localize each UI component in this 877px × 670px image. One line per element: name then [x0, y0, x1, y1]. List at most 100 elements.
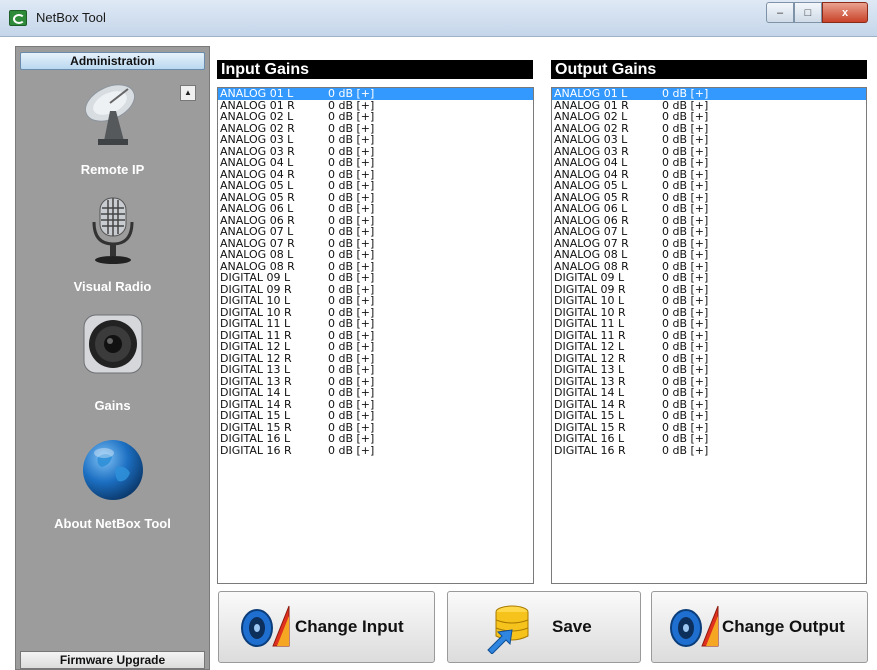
list-item[interactable]: ANALOG 01 L 0 dB [+]	[552, 88, 866, 100]
save-button[interactable]: Save	[447, 591, 641, 663]
gain-value: 0 dB [+]	[328, 156, 375, 169]
database-save-icon	[487, 605, 529, 654]
change-input-button[interactable]: Change Input	[218, 591, 435, 663]
gain-value: 0 dB [+]	[328, 317, 375, 330]
close-button[interactable]: x	[822, 2, 868, 23]
gain-value: 0 dB [+]	[662, 409, 709, 422]
channel-name: DIGITAL 16 L	[554, 432, 625, 445]
channel-name: ANALOG 04 L	[554, 156, 628, 169]
gain-value: 0 dB [+]	[662, 225, 709, 238]
list-item[interactable]: ANALOG 07 L 0 dB [+]	[552, 226, 866, 238]
window-controls: ‒ □ x	[766, 2, 868, 24]
change-output-label: Change Output	[722, 617, 845, 636]
globe-icon	[83, 440, 143, 500]
list-item[interactable]: DIGITAL 09 L 0 dB [+]	[552, 272, 866, 284]
list-item[interactable]: DIGITAL 12 L 0 dB [+]	[218, 341, 533, 353]
channel-name: DIGITAL 09 L	[554, 271, 625, 284]
list-item[interactable]: ANALOG 03 L 0 dB [+]	[552, 134, 866, 146]
gain-value: 0 dB [+]	[328, 179, 375, 192]
list-item[interactable]: ANALOG 08 L 0 dB [+]	[218, 249, 533, 261]
gain-value: 0 dB [+]	[328, 432, 375, 445]
list-item[interactable]: ANALOG 06 L 0 dB [+]	[552, 203, 866, 215]
list-item[interactable]: ANALOG 04 L 0 dB [+]	[552, 157, 866, 169]
list-item[interactable]: ANALOG 02 L 0 dB [+]	[218, 111, 533, 123]
list-item[interactable]: DIGITAL 16 L 0 dB [+]	[552, 433, 866, 445]
list-item[interactable]: ANALOG 06 L 0 dB [+]	[218, 203, 533, 215]
maximize-button[interactable]: □	[794, 2, 822, 23]
list-item[interactable]: DIGITAL 13 L 0 dB [+]	[552, 364, 866, 376]
list-item[interactable]: DIGITAL 13 L 0 dB [+]	[218, 364, 533, 376]
title-bar: NetBox Tool ‒ □ x	[0, 0, 877, 37]
channel-name: DIGITAL 12 L	[554, 340, 625, 353]
firmware-upgrade-button[interactable]: Firmware Upgrade	[20, 651, 205, 669]
speaker-volume-icon	[241, 605, 290, 647]
channel-name: ANALOG 07 L	[220, 225, 294, 238]
list-item[interactable]: DIGITAL 16 L 0 dB [+]	[218, 433, 533, 445]
satellite-dish-icon	[84, 84, 136, 145]
list-item[interactable]: DIGITAL 16 R 0 dB [+]	[552, 443, 866, 457]
gain-value: 0 dB [+]	[328, 294, 375, 307]
channel-name: ANALOG 03 L	[220, 133, 294, 146]
channel-name: ANALOG 01 L	[554, 87, 628, 100]
gain-value: 0 dB [+]	[662, 443, 709, 457]
gain-value: 0 dB [+]	[662, 317, 709, 330]
list-item[interactable]: DIGITAL 11 L 0 dB [+]	[218, 318, 533, 330]
list-item[interactable]: ANALOG 05 L 0 dB [+]	[552, 180, 866, 192]
gain-value: 0 dB [+]	[662, 202, 709, 215]
list-item[interactable]: DIGITAL 14 L 0 dB [+]	[218, 387, 533, 399]
list-item[interactable]: DIGITAL 15 L 0 dB [+]	[552, 410, 866, 422]
gain-value: 0 dB [+]	[662, 271, 709, 284]
save-label: Save	[552, 617, 592, 636]
list-item[interactable]: ANALOG 03 L 0 dB [+]	[218, 134, 533, 146]
gain-value: 0 dB [+]	[328, 271, 375, 284]
list-item[interactable]: ANALOG 07 L 0 dB [+]	[218, 226, 533, 238]
list-item[interactable]: DIGITAL 15 L 0 dB [+]	[218, 410, 533, 422]
channel-name: DIGITAL 16 R	[554, 443, 626, 457]
channel-name: ANALOG 07 L	[554, 225, 628, 238]
channel-name: DIGITAL 10 L	[554, 294, 625, 307]
list-item[interactable]: DIGITAL 11 L 0 dB [+]	[552, 318, 866, 330]
app-icon	[9, 10, 27, 26]
list-item[interactable]: DIGITAL 14 L 0 dB [+]	[552, 387, 866, 399]
list-item[interactable]: ANALOG 02 L 0 dB [+]	[552, 111, 866, 123]
input-gains-list[interactable]: ANALOG 01 L0 dB [+] ANALOG 01 R0 dB [+] AN…	[217, 87, 534, 584]
sidebar-header-administration[interactable]: Administration	[20, 52, 205, 70]
channel-name: DIGITAL 09 L	[220, 271, 291, 284]
channel-name: ANALOG 05 L	[554, 179, 628, 192]
gain-value: 0 dB [+]	[328, 133, 375, 146]
list-item[interactable]: ANALOG 01 L 0 dB [+]	[218, 88, 533, 100]
input-gains-title: Input Gains	[217, 60, 533, 79]
gain-value: 0 dB [+]	[662, 386, 709, 399]
channel-name: DIGITAL 13 L	[554, 363, 625, 376]
list-item[interactable]: ANALOG 05 L 0 dB [+]	[218, 180, 533, 192]
sidebar-item-label: Remote IP	[80, 162, 145, 177]
output-gains-title: Output Gains	[551, 60, 867, 79]
microphone-icon	[92, 197, 134, 264]
output-gains-list[interactable]: ANALOG 01 L0 dB [+] ANALOG 01 R0 dB [+] AN…	[551, 87, 867, 584]
channel-name: ANALOG 01 L	[220, 87, 294, 100]
change-output-button[interactable]: Change Output	[651, 591, 868, 663]
gain-value: 0 dB [+]	[662, 110, 709, 123]
list-item[interactable]: DIGITAL 10 L 0 dB [+]	[552, 295, 866, 307]
channel-name: ANALOG 06 L	[554, 202, 628, 215]
gain-value: 0 dB [+]	[328, 248, 375, 261]
gain-value: 0 dB [+]	[662, 156, 709, 169]
sidebar-item-label: Visual Radio	[73, 279, 152, 294]
minimize-button[interactable]: ‒	[766, 2, 794, 23]
speaker-volume-icon	[670, 605, 719, 647]
list-item[interactable]: ANALOG 08 L 0 dB [+]	[552, 249, 866, 261]
gain-value: 0 dB [+]	[662, 432, 709, 445]
gain-value: 0 dB [+]	[662, 363, 709, 376]
list-item[interactable]: ANALOG 04 L 0 dB [+]	[218, 157, 533, 169]
gain-value: 0 dB [+]	[328, 202, 375, 215]
gain-value: 0 dB [+]	[328, 110, 375, 123]
list-item[interactable]: DIGITAL 16 R 0 dB [+]	[218, 444, 533, 457]
channel-name: DIGITAL 15 L	[220, 409, 291, 422]
list-item[interactable]: DIGITAL 12 L 0 dB [+]	[552, 341, 866, 353]
speaker-icon	[83, 314, 143, 374]
channel-name: ANALOG 06 L	[220, 202, 294, 215]
list-item[interactable]: DIGITAL 10 L 0 dB [+]	[218, 295, 533, 307]
list-item[interactable]: DIGITAL 09 L 0 dB [+]	[218, 272, 533, 284]
gain-value: 0 dB [+]	[328, 363, 375, 376]
gain-value: 0 dB [+]	[662, 294, 709, 307]
